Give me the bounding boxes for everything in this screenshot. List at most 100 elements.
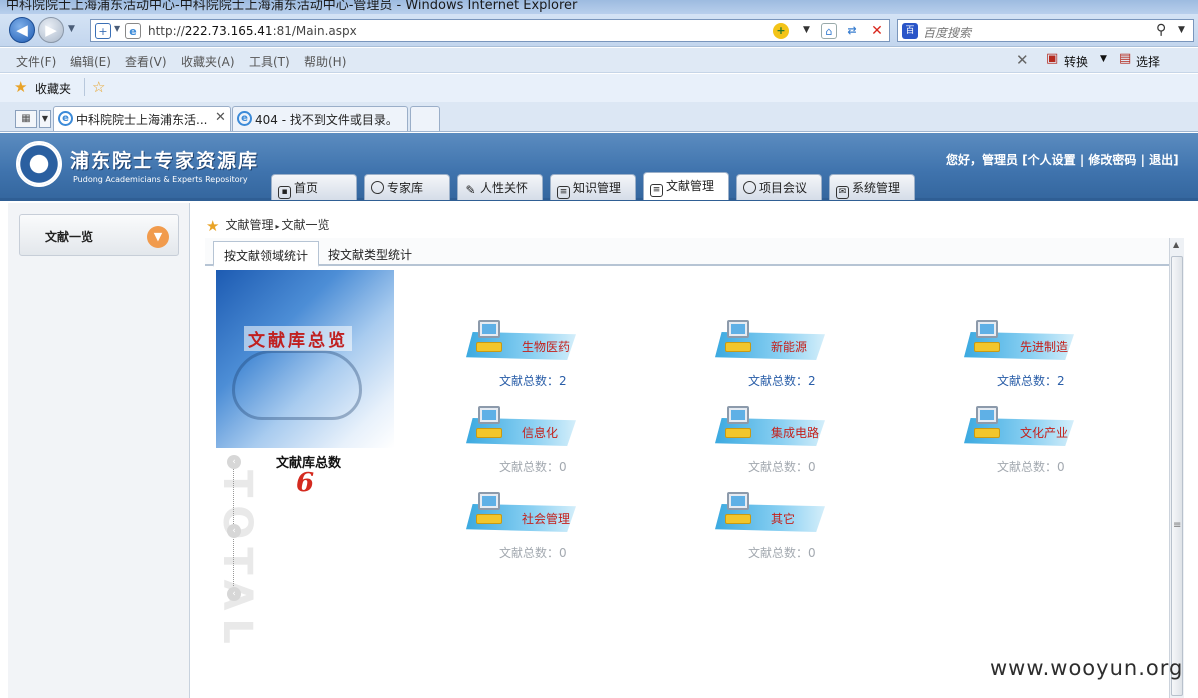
arrow-right-icon: ▶ — [45, 21, 57, 39]
computer-icon — [723, 320, 753, 356]
baidu-icon: 百 — [902, 23, 918, 39]
document-icon: ≡ — [557, 186, 570, 199]
category-name: 社会管理 — [522, 512, 571, 526]
address-dropdown-icon[interactable]: ▼ — [803, 25, 810, 35]
add-favorite-icon[interactable]: ☆ — [92, 78, 105, 96]
convert-icon: ▣ — [1046, 51, 1059, 66]
back-button[interactable]: ◀ — [9, 17, 35, 43]
scrollbar-thumb[interactable] — [1171, 256, 1183, 696]
category-count: 文献总数：2 — [499, 374, 567, 388]
menu-file[interactable]: 文件(F) — [16, 53, 56, 70]
computer-icon — [972, 406, 1002, 442]
close-tab-icon[interactable]: ✕ — [215, 110, 226, 125]
category-count: 文献总数：2 — [748, 374, 816, 388]
menu-help[interactable]: 帮助(H) — [304, 53, 346, 70]
browser-tab-main[interactable]: e 中科院院士上海浦东活... ✕ — [53, 106, 231, 131]
category-count: 文献总数：0 — [499, 460, 567, 474]
menu-view[interactable]: 查看(V) — [125, 53, 167, 70]
menu-tools[interactable]: 工具(T) — [249, 53, 290, 70]
category-name: 信息化 — [522, 426, 559, 440]
address-bar[interactable]: + ▼ e http://222.73.165.41:81/Main.aspx … — [90, 19, 890, 42]
ie-icon: e — [237, 111, 252, 126]
nav-tab-projects[interactable]: 项目会议 — [736, 174, 822, 200]
nav-tab-care[interactable]: ✎ 人性关怀 — [457, 174, 543, 200]
convert-dropdown-icon[interactable]: ▼ — [1100, 54, 1107, 64]
category-biomedicine[interactable]: 生物医药 文献总数：2 — [466, 318, 586, 388]
category-count: 文献总数：0 — [748, 546, 816, 560]
mail-icon: ✉ — [836, 186, 849, 199]
nav-tab-knowledge[interactable]: ≡ 知识管理 — [550, 174, 636, 200]
ie-icon: e — [58, 111, 73, 126]
search-dropdown-icon[interactable]: ▼ — [1178, 25, 1185, 35]
favorites-divider — [84, 78, 85, 96]
sidebar-item-label: 文献一览 — [45, 230, 94, 244]
category-name: 其它 — [771, 512, 796, 526]
category-informatization[interactable]: 信息化 文献总数：0 — [466, 404, 586, 474]
scroll-up-icon[interactable]: ▲ — [1173, 240, 1179, 249]
breadcrumb-section[interactable]: 文献管理 — [225, 218, 273, 232]
image-icon: ▪ — [278, 186, 291, 199]
category-count: 文献总数：0 — [499, 546, 567, 560]
window-title: 中科院院士上海浦东活动中心-中科院院士上海浦东活动中心-管理员 - Window… — [6, 0, 578, 13]
convert-button[interactable]: 转换 — [1064, 53, 1088, 70]
vertical-scrollbar[interactable]: ▲ ≡ — [1169, 238, 1184, 698]
browser-tab-label: 中科院院士上海浦东活... — [76, 113, 208, 127]
category-new-energy[interactable]: 新能源 文献总数：2 — [715, 318, 835, 388]
window-title-bar: 中科院院士上海浦东活动中心-中科院院士上海浦东活动中心-管理员 - Window… — [0, 0, 1198, 14]
watermark: www.wooyun.org — [990, 656, 1184, 680]
tab-by-type[interactable]: 按文献类型统计 — [318, 241, 422, 267]
forward-button[interactable]: ▶ — [38, 17, 64, 43]
timeline-dot-icon: ‹ — [227, 524, 241, 538]
timeline-dot-icon: ‹ — [227, 455, 241, 469]
category-social-management[interactable]: 社会管理 文献总数：0 — [466, 490, 586, 560]
rss-icon[interactable]: ⌂ — [821, 23, 837, 39]
scroll-grip-icon: ≡ — [1173, 520, 1182, 531]
addon-icon[interactable]: + — [773, 23, 789, 39]
favorites-button[interactable]: 收藏夹 — [35, 80, 71, 97]
computer-icon — [723, 406, 753, 442]
menu-edit[interactable]: 编辑(E) — [70, 53, 111, 70]
total-value: 6 — [296, 468, 315, 498]
sidebar-item-literature-list[interactable]: 文献一览 ▼ — [19, 214, 179, 256]
category-name: 新能源 — [771, 340, 808, 354]
compat-view-icon[interactable]: + — [95, 23, 111, 39]
breadcrumb: ★ 文献管理 ▸ 文献一览 — [206, 216, 330, 235]
arrow-left-icon: ◀ — [16, 21, 28, 39]
search-input[interactable]: 百度搜索 — [923, 24, 971, 41]
search-icon[interactable]: ⚲ — [1156, 22, 1166, 38]
new-tab-button[interactable] — [410, 106, 440, 131]
category-culture-industry[interactable]: 文化产业 文献总数：0 — [964, 404, 1084, 474]
nav-tab-system[interactable]: ✉ 系统管理 — [829, 174, 915, 200]
computer-icon — [723, 492, 753, 528]
computer-icon — [972, 320, 1002, 356]
nav-tab-experts[interactable]: 专家库 — [364, 174, 450, 200]
select-button[interactable]: 选择 — [1136, 53, 1160, 70]
history-dropdown-icon[interactable]: ▼ — [68, 24, 75, 34]
user-links[interactable]: 您好，管理员 [个人设置 | 修改密码 | 退出] — [946, 151, 1179, 168]
chat-icon — [743, 181, 756, 194]
compat-dropdown-icon[interactable]: ▼ — [114, 24, 120, 33]
url-text[interactable]: http://222.73.165.41:81/Main.aspx — [148, 24, 357, 38]
page-icon: e — [125, 23, 141, 39]
quick-tabs-icon[interactable]: ▦ — [15, 110, 37, 128]
category-other[interactable]: 其它 文献总数：0 — [715, 490, 835, 560]
stop-icon[interactable]: ✕ — [869, 23, 885, 39]
tab-by-field[interactable]: 按文献领域统计 — [213, 241, 320, 267]
nav-tab-home[interactable]: ▪ 首页 — [271, 174, 357, 200]
category-integrated-circuit[interactable]: 集成电路 文献总数：0 — [715, 404, 835, 474]
site-subtitle: Pudong Academicians & Experts Repository — [73, 175, 248, 184]
tab-list-dropdown-icon[interactable]: ▼ — [39, 110, 51, 128]
refresh-icon[interactable]: ⇄ — [844, 23, 860, 39]
category-name: 集成电路 — [771, 426, 820, 440]
breadcrumb-page: 文献一览 — [281, 218, 330, 232]
browser-tab-404[interactable]: e 404 - 找不到文件或目录。 — [232, 106, 408, 131]
search-box[interactable]: 百 百度搜索 ⚲ ▼ — [897, 19, 1194, 42]
category-count: 文献总数：0 — [997, 460, 1065, 474]
menu-favorites[interactable]: 收藏夹(A) — [181, 53, 235, 70]
close-toolbar-icon[interactable]: ✕ — [1016, 51, 1029, 69]
category-name: 文化产业 — [1020, 426, 1069, 440]
computer-icon — [474, 406, 504, 442]
category-advanced-manufacturing[interactable]: 先进制造 文献总数：2 — [964, 318, 1084, 388]
pen-icon: ✎ — [465, 183, 476, 197]
nav-tab-literature[interactable]: ≡ 文献管理 — [643, 172, 729, 200]
